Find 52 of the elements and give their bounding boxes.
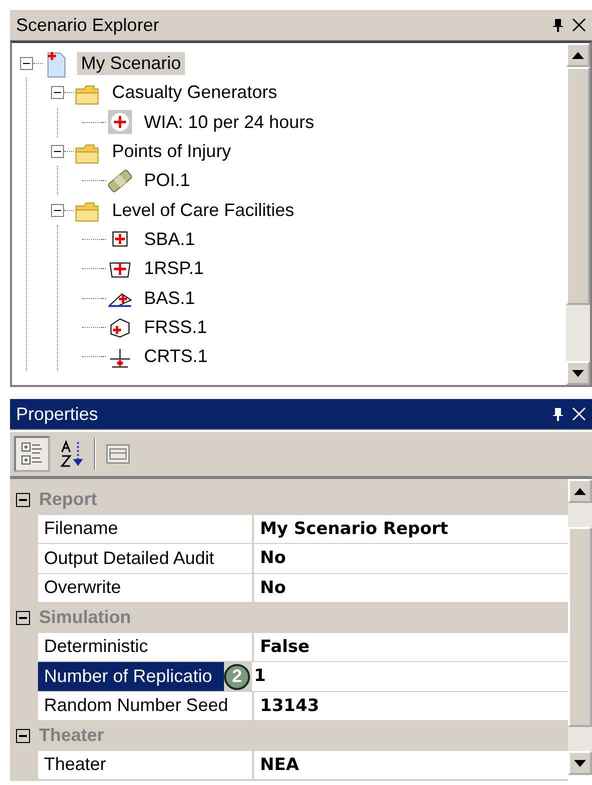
collapse-icon[interactable] <box>16 610 30 625</box>
pin-icon[interactable] <box>552 407 564 421</box>
property-value[interactable]: NEA <box>254 750 568 780</box>
property-value[interactable]: My Scenario Report <box>254 514 568 544</box>
first-aid-icon <box>106 108 134 136</box>
tree-item[interactable]: Points of Injury <box>108 140 236 164</box>
close-icon[interactable] <box>572 18 586 32</box>
tree-item[interactable]: WIA: 10 per 24 hours <box>140 110 318 134</box>
callout-badge: 2 <box>224 664 250 690</box>
property-value[interactable]: No <box>254 574 568 603</box>
pin-icon[interactable] <box>552 18 564 32</box>
expander-icon[interactable] <box>51 86 64 100</box>
categorized-icon <box>20 441 44 467</box>
panel-title: Properties <box>16 404 98 424</box>
tree-item[interactable]: FRSS.1 <box>140 316 212 339</box>
tree-item[interactable]: 1RSP.1 <box>140 257 208 280</box>
scrollbar[interactable] <box>568 479 592 775</box>
property-name[interactable]: Filename <box>38 514 254 544</box>
tree-item[interactable]: CRTS.1 <box>140 345 212 368</box>
collapse-icon[interactable] <box>16 728 30 743</box>
property-pages-icon <box>105 443 131 465</box>
property-name[interactable]: Number of Replicatio <box>38 662 226 692</box>
property-value[interactable]: No <box>254 544 568 574</box>
scroll-up-icon[interactable] <box>572 52 584 58</box>
category-label: Simulation <box>39 607 132 628</box>
category-label: Report <box>39 489 97 510</box>
tree-item[interactable]: BAS.1 <box>140 286 200 310</box>
property-name[interactable]: Random Number Seed <box>38 692 254 721</box>
expander-icon[interactable] <box>20 57 33 70</box>
property-value[interactable]: False <box>254 632 568 662</box>
scrollbar[interactable] <box>566 43 590 385</box>
toolbar-button[interactable] <box>14 436 50 472</box>
tree-item[interactable]: Level of Care Facilities <box>108 198 298 222</box>
tree-item[interactable]: Casualty Generators <box>108 81 282 104</box>
expander-icon[interactable] <box>51 204 64 217</box>
property-name[interactable]: Overwrite <box>38 574 254 603</box>
category-label: Theater <box>39 725 104 746</box>
property-name[interactable]: Theater <box>38 750 254 780</box>
property-value[interactable]: 13143 <box>254 692 568 721</box>
tree-item[interactable]: My Scenario <box>77 52 186 76</box>
property-value[interactable]: 1 <box>252 662 568 692</box>
panel-title: Scenario Explorer <box>16 14 160 36</box>
sort-alphabetical-icon <box>60 440 84 468</box>
tree-item[interactable]: SBA.1 <box>140 228 200 251</box>
property-name[interactable]: Output Detailed Audit <box>38 544 254 574</box>
expander-icon[interactable] <box>51 145 64 158</box>
tree-item[interactable]: POI.1 <box>140 169 194 192</box>
scroll-down-icon[interactable] <box>572 370 584 376</box>
scroll-down-icon[interactable] <box>574 760 586 766</box>
scroll-up-icon[interactable] <box>574 488 586 494</box>
property-name[interactable]: Deterministic <box>38 632 254 662</box>
collapse-icon[interactable] <box>16 492 30 507</box>
